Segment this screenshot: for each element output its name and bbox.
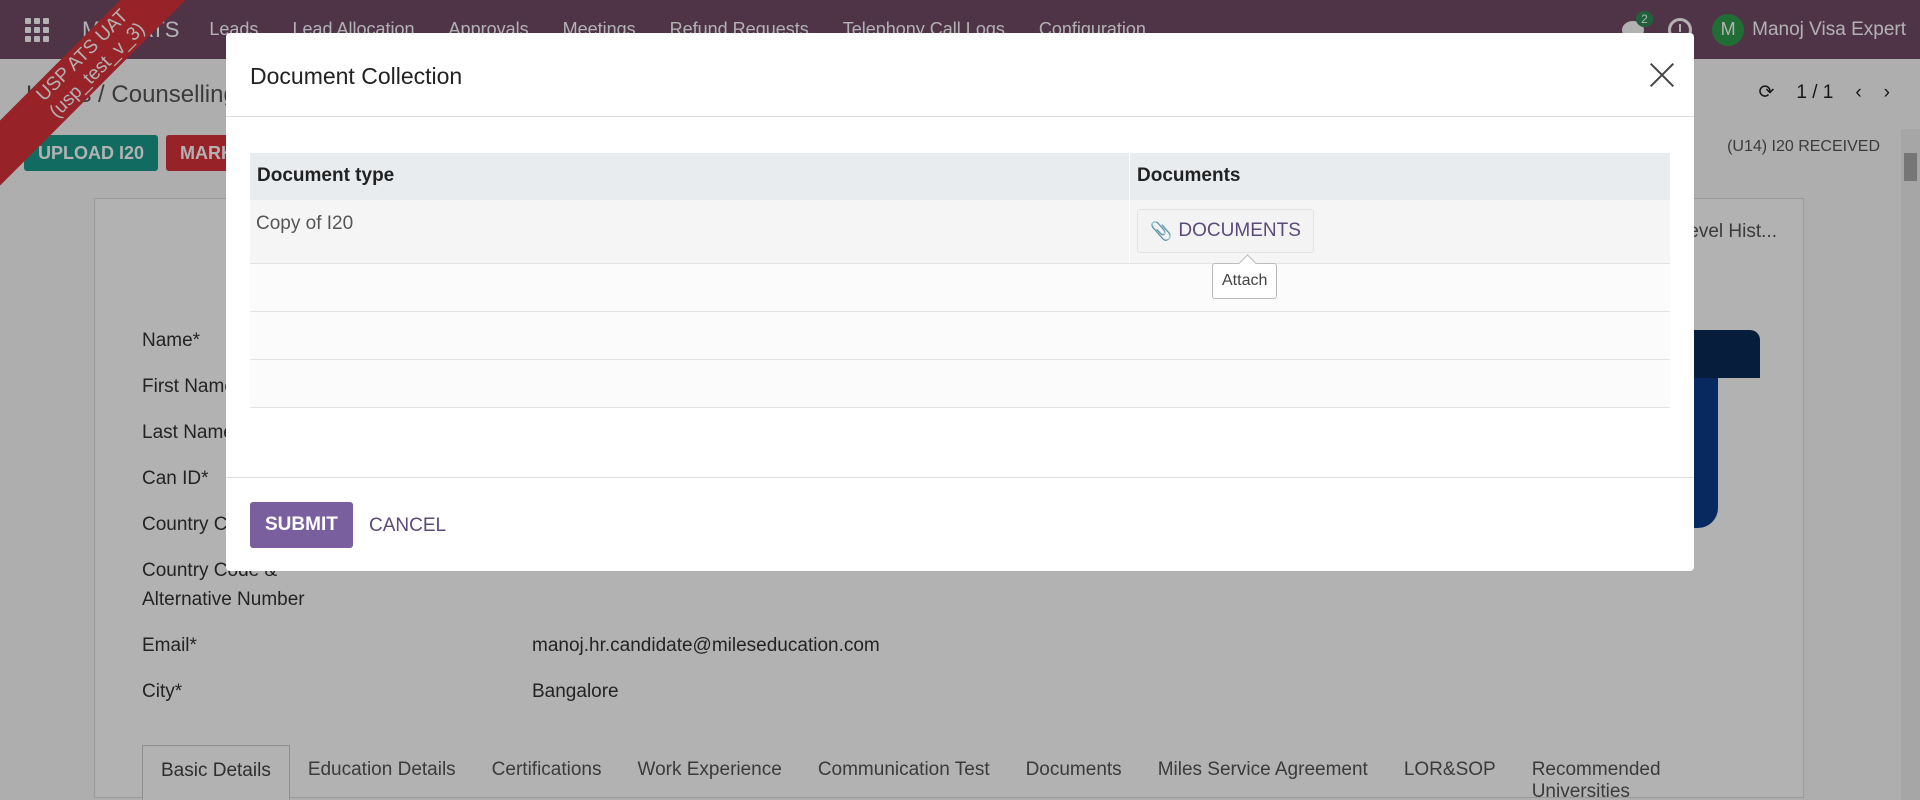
documents-attach-button[interactable]: 📎 DOCUMENTS — [1137, 209, 1314, 253]
document-collection-dialog: Document Collection Document type Docume… — [226, 33, 1694, 571]
cancel-button[interactable]: CANCEL — [369, 515, 446, 537]
column-document-type[interactable]: Document type — [250, 153, 1130, 200]
dialog-title: Document Collection — [250, 63, 463, 89]
paperclip-icon: 📎 — [1150, 220, 1173, 241]
attach-tooltip: Attach — [1212, 263, 1278, 299]
documents-table: Document type Documents Copy of I20 📎 DO… — [250, 153, 1670, 408]
table-row-empty — [250, 264, 1670, 312]
table-row[interactable]: Copy of I20 — [250, 200, 1670, 264]
dialog-header: Document Collection — [226, 33, 1694, 117]
documents-button-label: DOCUMENTS — [1178, 220, 1301, 241]
dialog-footer: SUBMIT CANCEL — [226, 477, 1694, 571]
column-documents[interactable]: Documents — [1130, 153, 1670, 200]
table-row-empty — [250, 360, 1670, 408]
submit-button[interactable]: SUBMIT — [250, 502, 353, 548]
document-type-cell: Copy of I20 — [250, 200, 1130, 263]
table-header: Document type Documents — [250, 153, 1670, 200]
close-icon[interactable] — [1648, 61, 1676, 89]
table-row-empty — [250, 312, 1670, 360]
